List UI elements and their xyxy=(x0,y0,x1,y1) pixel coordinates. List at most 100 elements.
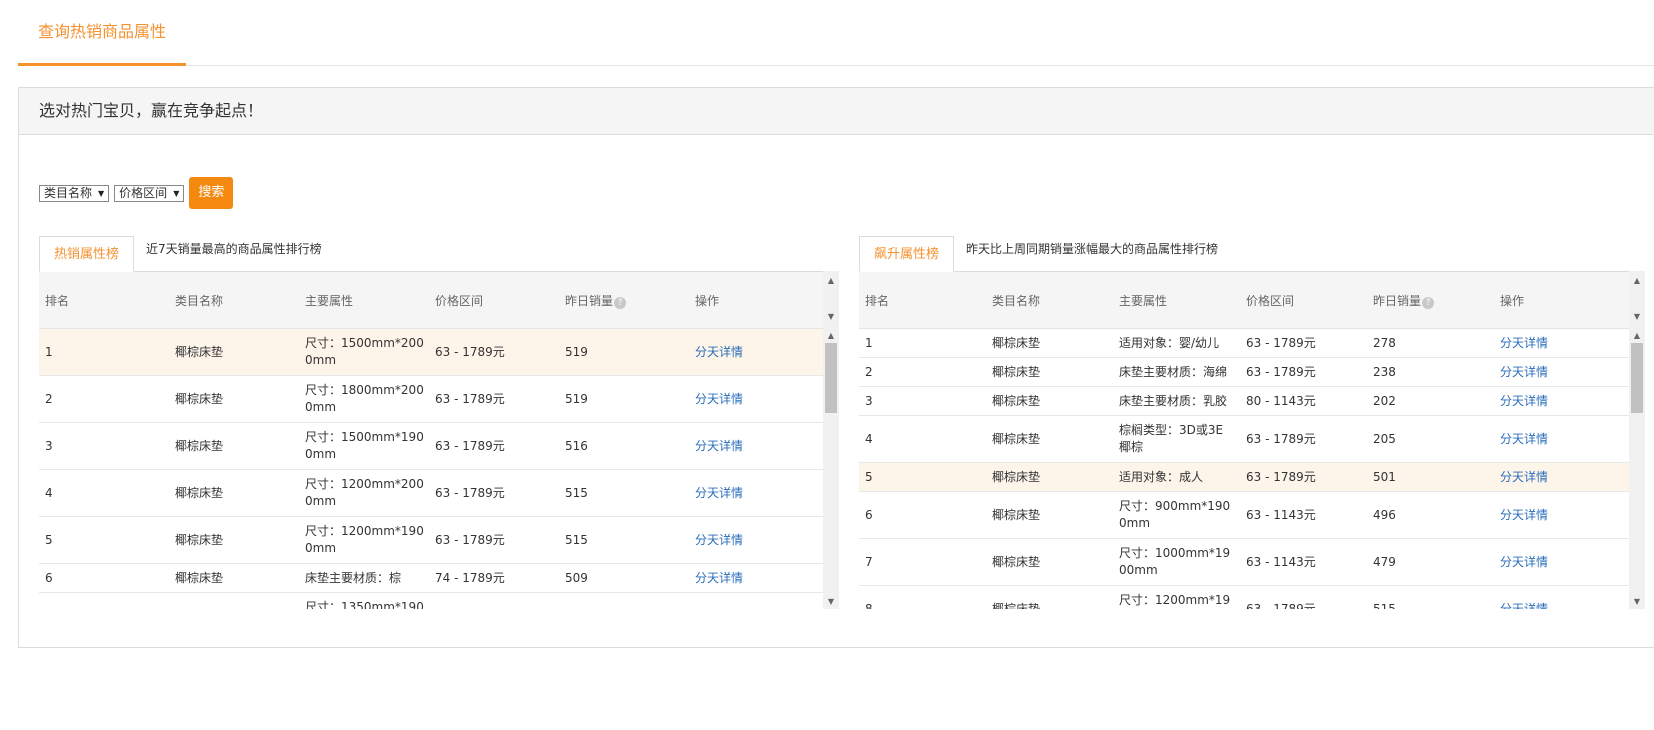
column-header-attr: 主要属性 xyxy=(305,272,353,330)
cell-action[interactable]: 分天详情 xyxy=(695,517,743,563)
hot-board-tab[interactable]: 热销属性榜 xyxy=(39,236,134,272)
scroll-up-arrow-icon[interactable]: ▲ xyxy=(1629,329,1645,343)
cell-category: 椰棕床垫 xyxy=(992,539,1040,585)
column-header-rank: 排名 xyxy=(45,272,69,330)
cell-action[interactable]: 分天详情 xyxy=(695,470,743,516)
cell-attr: 尺寸：1000mm*1900mm xyxy=(1119,539,1235,585)
rise-body-scrollbar[interactable]: ▲ ▼ xyxy=(1629,329,1645,609)
cell-action[interactable]: 分天详情 xyxy=(1500,492,1548,538)
cell-rank: 5 xyxy=(45,517,53,563)
cell-action[interactable]: 分天详情 xyxy=(695,564,743,592)
cell-action[interactable]: 分天详情 xyxy=(695,593,743,610)
daily-detail-link[interactable]: 分天详情 xyxy=(1500,364,1548,381)
price-range-select[interactable]: 价格区间 ▼ xyxy=(114,184,185,202)
table-row: 2 椰棕床垫 床垫主要材质：海绵 63 - 1789元 238 分天详情 xyxy=(859,358,1629,387)
cell-sales: 501 xyxy=(1373,463,1396,491)
cell-rank-text: 4 xyxy=(865,431,873,446)
daily-detail-link[interactable]: 分天详情 xyxy=(695,391,743,408)
daily-detail-link[interactable]: 分天详情 xyxy=(695,608,743,610)
cell-rank: 7 xyxy=(45,593,53,610)
daily-detail-link[interactable]: 分天详情 xyxy=(1500,507,1548,524)
cell-rank: 4 xyxy=(865,416,873,462)
question-circle-icon[interactable]: ? xyxy=(1422,297,1435,309)
cell-attr-text: 尺寸：1000mm*1900mm xyxy=(1119,546,1231,577)
cell-action[interactable]: 分天详情 xyxy=(1500,387,1548,415)
cell-price: 63 - 1789元 xyxy=(1246,463,1316,491)
cell-rank: 6 xyxy=(865,492,873,538)
cell-action[interactable]: 分天详情 xyxy=(1500,463,1548,491)
cell-attr: 尺寸：1200mm*1900mm xyxy=(1119,586,1235,609)
cell-action[interactable]: 分天详情 xyxy=(1500,539,1548,585)
category-select[interactable]: 类目名称 ▼ xyxy=(39,184,110,202)
cell-rank-text: 5 xyxy=(865,469,873,484)
cell-rank: 3 xyxy=(865,387,873,415)
cell-category: 椰棕床垫 xyxy=(175,517,223,563)
column-header-action-label: 操作 xyxy=(1500,294,1525,308)
cell-attr: 尺寸：900mm*1900mm xyxy=(1119,492,1235,538)
scroll-up-arrow-icon[interactable]: ▲ xyxy=(823,274,839,288)
scroll-down-arrow-icon[interactable]: ▼ xyxy=(1629,595,1645,609)
cell-category-text: 椰棕床垫 xyxy=(992,393,1041,408)
scrollbar-thumb[interactable] xyxy=(1631,343,1643,413)
cell-action[interactable]: 分天详情 xyxy=(695,376,743,422)
scrollbar-thumb[interactable] xyxy=(825,343,837,413)
daily-detail-link[interactable]: 分天详情 xyxy=(1500,393,1548,410)
cell-price-text: 63 - 1789元 xyxy=(435,344,505,359)
daily-detail-link[interactable]: 分天详情 xyxy=(695,485,743,502)
cell-action[interactable]: 分天详情 xyxy=(695,329,743,375)
scroll-down-arrow-icon[interactable]: ▼ xyxy=(823,595,839,609)
tab-hot-product-attributes[interactable]: 查询热销商品属性 xyxy=(18,0,186,66)
hot-header-scrollbar[interactable]: ▲ ▼ xyxy=(823,271,839,329)
scroll-down-arrow-icon[interactable]: ▼ xyxy=(823,310,839,324)
cell-category: 椰棕床垫 xyxy=(992,358,1040,386)
cell-price: 63 - 1789元 xyxy=(1246,586,1316,610)
column-header-rank: 排名 xyxy=(865,272,889,330)
question-circle-icon[interactable]: ? xyxy=(614,297,627,309)
daily-detail-link[interactable]: 分天详情 xyxy=(695,532,743,549)
table-row: 8 椰棕床垫 尺寸：1200mm*1900mm 63 - 1789元 515 分天详情 xyxy=(859,586,1629,609)
cell-action[interactable]: 分天详情 xyxy=(1500,329,1548,357)
daily-detail-link[interactable]: 分天详情 xyxy=(1500,601,1548,610)
cell-attr: 尺寸：1200mm*2000mm xyxy=(305,470,425,516)
cell-action[interactable]: 分天详情 xyxy=(695,423,743,469)
scroll-up-arrow-icon[interactable]: ▲ xyxy=(1629,274,1645,288)
cell-attr-text: 尺寸：1200mm*1900mm xyxy=(305,524,424,555)
column-header-sales-label: 昨日销量 xyxy=(565,294,614,308)
column-header-attr-label: 主要属性 xyxy=(1119,294,1168,308)
daily-detail-link[interactable]: 分天详情 xyxy=(1500,431,1548,448)
daily-detail-link[interactable]: 分天详情 xyxy=(695,344,743,361)
scroll-up-arrow-icon[interactable]: ▲ xyxy=(823,329,839,343)
cell-action[interactable]: 分天详情 xyxy=(1500,586,1548,610)
cell-price: 63 - 1789元 xyxy=(1246,358,1316,386)
cell-rank-text: 6 xyxy=(45,570,53,585)
cell-action[interactable]: 分天详情 xyxy=(1500,358,1548,386)
cell-sales: 202 xyxy=(1373,387,1396,415)
cell-rank: 5 xyxy=(865,463,873,491)
search-button[interactable]: 搜索 xyxy=(189,177,234,209)
column-header-price: 价格区间 xyxy=(435,272,483,330)
scroll-down-arrow-icon[interactable]: ▼ xyxy=(1629,310,1645,324)
cell-action[interactable]: 分天详情 xyxy=(1500,416,1548,462)
cell-category-text: 椰棕床垫 xyxy=(992,601,1041,610)
daily-detail-link[interactable]: 分天详情 xyxy=(1500,335,1548,352)
daily-detail-link[interactable]: 分天详情 xyxy=(1500,469,1548,486)
rise-board-description: 昨天比上周同期销量涨幅最大的商品属性排行榜 xyxy=(966,242,1219,256)
cell-rank-text: 5 xyxy=(45,532,53,547)
cell-sales: 506 xyxy=(565,593,588,610)
cell-attr-text: 棕榈类型：3D或3E椰棕 xyxy=(1119,423,1224,454)
category-select-value: 类目名称 xyxy=(44,185,93,200)
cell-category-text: 椰棕床垫 xyxy=(992,507,1041,522)
hot-body-scrollbar[interactable]: ▲ ▼ xyxy=(823,329,839,609)
daily-detail-link[interactable]: 分天详情 xyxy=(695,570,743,587)
cell-sales: 519 xyxy=(565,329,588,375)
cell-sales-text: 205 xyxy=(1373,431,1396,446)
cell-category: 椰棕床垫 xyxy=(175,593,223,610)
cell-category: 椰棕床垫 xyxy=(175,423,223,469)
daily-detail-link[interactable]: 分天详情 xyxy=(1500,554,1548,571)
cell-sales-text: 515 xyxy=(565,532,588,547)
rise-header-scrollbar[interactable]: ▲ ▼ xyxy=(1629,271,1645,329)
daily-detail-link[interactable]: 分天详情 xyxy=(695,438,743,455)
cell-attr: 尺寸：1800mm*2000mm xyxy=(305,376,425,422)
cell-price: 63 - 1789元 xyxy=(1246,416,1316,462)
rise-board-tab[interactable]: 飙升属性榜 xyxy=(859,236,954,272)
